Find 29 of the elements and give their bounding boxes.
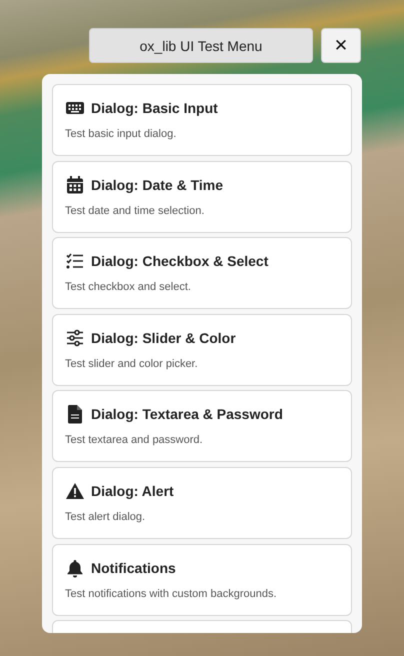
item-description: Test notifications with custom backgrounds. [65, 588, 278, 600]
menu-item[interactable]: Dialog: Checkbox & Select Test checkbox and select. [52, 237, 352, 310]
calendar-icon [65, 174, 85, 195]
menu-item[interactable]: Dialog: Date & Time Test date and time selection. [52, 160, 352, 233]
menu-item[interactable]: Dialog: Basic Input Test basic input dialog. [52, 84, 352, 156]
item-description: Test checkbox and select. [65, 281, 192, 294]
item-title: Dialog: Date & Time [91, 176, 223, 193]
item-description: Test alert dialog. [65, 510, 146, 523]
warning-icon [65, 480, 85, 501]
item-title: Dialog: Textarea & Password [91, 406, 283, 422]
item-description: Test date and time selection. [65, 204, 206, 217]
menu-item[interactable]: Dialog: Alert Test alert dialog. [52, 466, 352, 539]
sliders-icon [65, 328, 85, 348]
item-title: Dialog: Basic Input [91, 100, 218, 116]
bell-icon [65, 558, 85, 578]
checklist-icon [65, 251, 85, 272]
item-title: Dialog: Slider & Color [91, 330, 236, 346]
item-description: Test textarea and password. [65, 434, 204, 446]
item-description: Test basic input dialog. [65, 128, 178, 140]
item-title: Notifications [91, 560, 176, 576]
menu-item[interactable]: Notifications Test notifications with custom backgrounds. [52, 544, 352, 616]
menu-item[interactable]: Dialog: Slider & Color Test slider and color picker. [52, 314, 352, 386]
item-title: Dialog: Checkbox & Select [91, 253, 268, 270]
file-icon [65, 404, 85, 424]
close-button[interactable]: ✕ [321, 28, 361, 63]
item-title: Dialog: Alert [91, 482, 174, 499]
item-description: Test slider and color picker. [65, 358, 199, 370]
menu-item[interactable]: Dialog: Textarea & Password Test textarea and password. [52, 390, 352, 462]
menu-title: ox_lib UI Test Menu [89, 28, 313, 63]
